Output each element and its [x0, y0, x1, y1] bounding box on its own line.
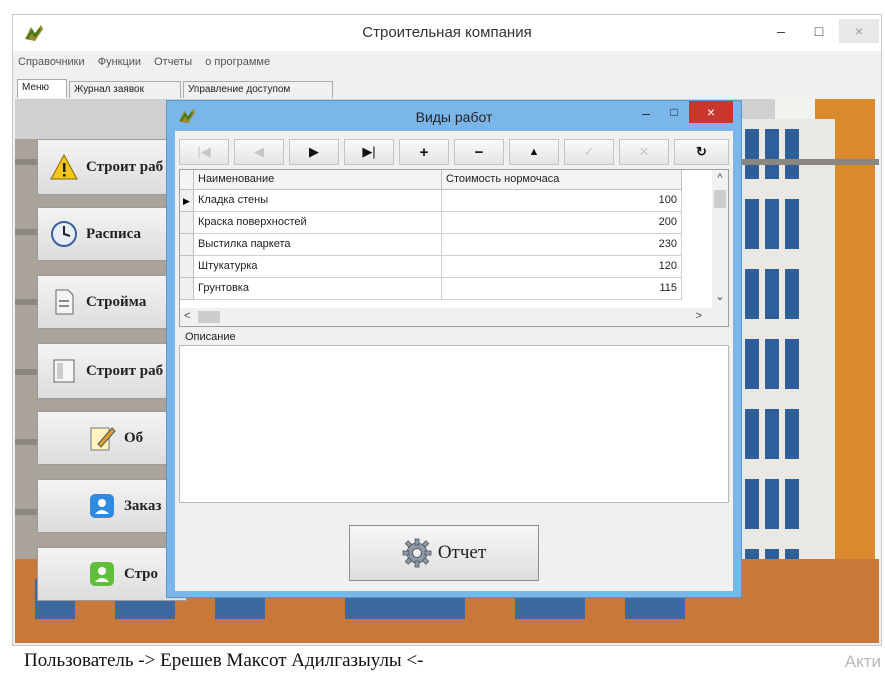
last-record-button[interactable]: ▶| [344, 139, 394, 165]
edit-note-icon [90, 427, 116, 451]
edit-record-button[interactable]: ▲ [509, 139, 559, 165]
cell-cost[interactable]: 100 [442, 190, 682, 212]
table-row[interactable]: Штукатурка 120 [180, 256, 714, 278]
current-row-indicator: ▶ [180, 190, 194, 212]
dialog-body: |◀ ◀ ▶ ▶| + − ▲ ✓ ✕ ↻ Наименование Стоим… [175, 131, 733, 591]
scroll-down-arrow[interactable]: ⌄ [712, 290, 728, 303]
cell-cost[interactable]: 115 [442, 278, 682, 300]
user-green-icon [90, 562, 114, 586]
delete-record-button[interactable]: − [454, 139, 504, 165]
vertical-scrollbar[interactable]: ^ ⌄ [712, 170, 728, 308]
column-header-name[interactable]: Наименование [194, 170, 442, 190]
table-row[interactable]: Грунтовка 115 [180, 278, 714, 300]
menu-button-label: Строит раб [86, 362, 164, 379]
post-record-button[interactable]: ✓ [564, 139, 614, 165]
menu-reports[interactable]: Отчеты [149, 53, 197, 68]
cell-name[interactable]: Выстилка паркета [194, 234, 442, 256]
scroll-thumb[interactable] [198, 311, 220, 323]
user-blue-icon [90, 494, 114, 518]
warning-icon [50, 153, 78, 180]
description-label: Описание [185, 331, 236, 343]
next-record-button[interactable]: ▶ [289, 139, 339, 165]
scroll-up-arrow[interactable]: ^ [712, 172, 728, 184]
panel-icon [53, 359, 75, 383]
row-header [180, 256, 194, 278]
cell-name[interactable]: Кладка стены [194, 190, 442, 212]
menu-functions[interactable]: Функции [93, 53, 146, 68]
horizontal-scrollbar[interactable]: < > [180, 308, 728, 326]
gear-icon [402, 538, 432, 568]
status-current-user: Пользователь -> Ерешев Максот Адилгазыул… [24, 650, 424, 671]
dialog-minimize-button[interactable]: – [631, 105, 661, 125]
navigator-toolbar: |◀ ◀ ▶ ▶| + − ▲ ✓ ✕ ↻ [179, 139, 729, 165]
tab-menu[interactable]: Меню [17, 79, 67, 98]
dialog-close-button[interactable]: × [689, 101, 733, 123]
menu-button-builders[interactable]: Стро [37, 547, 187, 601]
scroll-thumb[interactable] [714, 190, 726, 208]
cell-cost[interactable]: 230 [442, 234, 682, 256]
cell-name[interactable]: Краска поверхностей [194, 212, 442, 234]
grid-corner [180, 170, 194, 190]
main-window-title: Строительная компания [362, 24, 532, 41]
menu-button-label: Расписа [86, 225, 141, 242]
cell-name[interactable]: Грунтовка [194, 278, 442, 300]
scroll-right-arrow[interactable]: > [696, 310, 702, 322]
insert-record-button[interactable]: + [399, 139, 449, 165]
dialog-maximize-button[interactable]: □ [659, 105, 689, 125]
report-button-label: Отчет [437, 542, 487, 563]
menu-button-label: Строймa [86, 293, 147, 310]
cell-cost[interactable]: 200 [442, 212, 682, 234]
tab-access-control[interactable]: Управление доступом [183, 81, 333, 98]
cancel-edit-button[interactable]: ✕ [619, 139, 669, 165]
tab-requests-journal[interactable]: Журнал заявок [69, 81, 181, 98]
row-header [180, 212, 194, 234]
table-row[interactable]: Выстилка паркета 230 [180, 234, 714, 256]
work-types-dialog: Виды работ – □ × |◀ ◀ ▶ ▶| + − ▲ ✓ ✕ ↻ Н… [166, 100, 742, 598]
main-title-bar: Строительная компания – □ × [13, 15, 881, 51]
menu-button-construction-works-2[interactable]: Строит раб [37, 343, 187, 399]
work-types-grid[interactable]: Наименование Стоимость нормочаса ▶ Кладк… [179, 169, 729, 327]
table-row[interactable]: Краска поверхностей 200 [180, 212, 714, 234]
minimize-button[interactable]: – [761, 19, 801, 43]
first-record-button[interactable]: |◀ [179, 139, 229, 165]
clock-icon [51, 221, 77, 247]
menu-button-label: Об [124, 429, 144, 446]
menu-button-schedule[interactable]: Расписа [37, 207, 187, 261]
maximize-button[interactable]: □ [799, 19, 839, 43]
document-icon [55, 289, 74, 315]
scroll-left-arrow[interactable]: < [184, 310, 190, 322]
cell-name[interactable]: Штукатурка [194, 256, 442, 278]
menu-about[interactable]: о программе [200, 53, 275, 68]
menu-button-building-materials[interactable]: Строймa [37, 275, 187, 329]
menu-button-label: Стро [124, 565, 159, 582]
menu-button-construction-works[interactable]: Строит раб [37, 139, 187, 195]
close-button[interactable]: × [839, 19, 879, 43]
table-row[interactable]: ▶ Кладка стены 100 [180, 190, 714, 212]
refresh-button[interactable]: ↻ [674, 139, 729, 165]
prior-record-button[interactable]: ◀ [234, 139, 284, 165]
row-header [180, 278, 194, 300]
activation-watermark: Акти [844, 652, 881, 671]
cell-cost[interactable]: 120 [442, 256, 682, 278]
dialog-title-bar: Виды работ – □ × [167, 101, 741, 131]
column-header-cost[interactable]: Стоимость нормочаса [442, 170, 682, 190]
menu-button-label: Строит раб [86, 158, 164, 175]
report-button[interactable]: Отчет [349, 525, 539, 581]
menu-button-objects[interactable]: Об [37, 411, 187, 465]
menu-bar: Справочники Функции Отчеты о программе [13, 53, 881, 73]
menu-button-orders[interactable]: Заказ [37, 479, 187, 533]
description-memo[interactable] [179, 345, 729, 503]
menu-button-label: Заказ [124, 497, 162, 514]
menu-directories[interactable]: Справочники [13, 53, 90, 68]
row-header [180, 234, 194, 256]
